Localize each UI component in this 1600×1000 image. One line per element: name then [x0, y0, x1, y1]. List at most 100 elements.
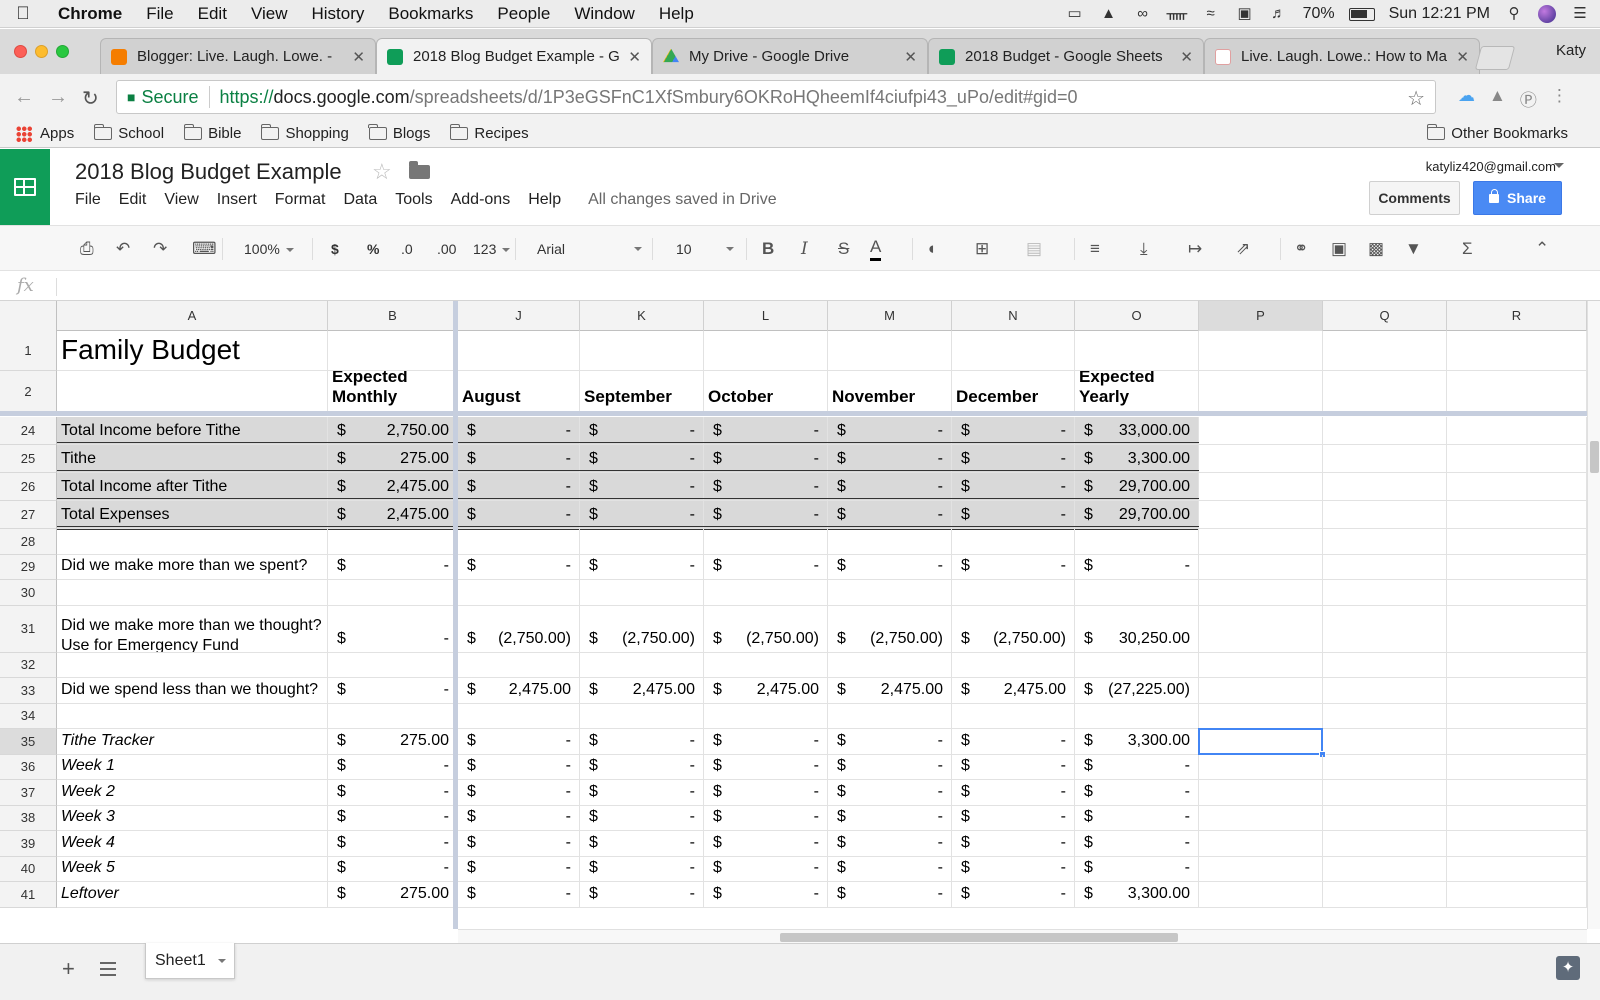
- cell-j41[interactable]: $ -: [458, 882, 580, 908]
- cell-m34[interactable]: [828, 703, 952, 729]
- cell-r33[interactable]: [1447, 678, 1587, 704]
- cell-p1[interactable]: [1199, 331, 1323, 371]
- cell-k1[interactable]: [580, 331, 704, 371]
- sheets-menu-tools[interactable]: Tools: [386, 191, 441, 209]
- select-all-corner[interactable]: [0, 301, 57, 331]
- battery-icon[interactable]: [1348, 7, 1375, 21]
- share-button[interactable]: Share: [1473, 181, 1562, 215]
- chrome-menu-icon[interactable]: ⋮: [1551, 86, 1568, 111]
- cell-m29[interactable]: $ -: [828, 554, 952, 580]
- cell-r28[interactable]: [1447, 529, 1587, 555]
- increase-decimal-button[interactable]: .00: [437, 237, 456, 261]
- cell-a25[interactable]: Tithe: [57, 445, 328, 473]
- frozen-column-divider[interactable]: [453, 301, 458, 929]
- cell-o30[interactable]: [1075, 580, 1199, 606]
- back-arrow-icon[interactable]: ←: [14, 86, 34, 109]
- cell-n39[interactable]: $ -: [952, 831, 1075, 857]
- column-header-a[interactable]: A: [57, 301, 328, 331]
- cell-p39[interactable]: [1199, 831, 1323, 857]
- cell-q39[interactable]: [1323, 831, 1447, 857]
- sheets-menu-addons[interactable]: Add-ons: [442, 191, 520, 209]
- pinterest-icon[interactable]: Ⓟ: [1520, 86, 1537, 111]
- bookmark-folder-school[interactable]: School: [93, 124, 164, 142]
- menu-history[interactable]: History: [299, 4, 376, 24]
- cell-o2[interactable]: Expected Yearly: [1075, 371, 1199, 412]
- wifi-icon[interactable]: ≈: [1201, 6, 1221, 22]
- cell-b26[interactable]: $2,475.00: [328, 473, 458, 501]
- profile-name[interactable]: Katy: [1556, 42, 1586, 59]
- undo-icon[interactable]: ↶: [116, 237, 130, 261]
- bookmark-star-icon[interactable]: ☆: [1407, 86, 1425, 111]
- bookmark-folder-bible[interactable]: Bible: [183, 124, 241, 142]
- volume-icon[interactable]: ♬: [1269, 6, 1289, 22]
- bold-button[interactable]: B: [762, 237, 774, 261]
- cell-m33[interactable]: $2,475.00: [828, 678, 952, 704]
- cell-m39[interactable]: $ -: [828, 831, 952, 857]
- tab-blogger[interactable]: Blogger: Live. Laugh. Lowe. - ✕: [100, 38, 376, 74]
- cell-j26[interactable]: $ -: [458, 473, 580, 501]
- row-header[interactable]: 25: [0, 445, 57, 473]
- cell-q24[interactable]: [1323, 417, 1447, 445]
- cell-q34[interactable]: [1323, 703, 1447, 729]
- cell-m24[interactable]: $ -: [828, 417, 952, 445]
- display-icon[interactable]: ▣: [1235, 6, 1255, 22]
- all-sheets-menu-icon[interactable]: [100, 962, 116, 976]
- cell-l40[interactable]: $ -: [704, 856, 828, 882]
- cell-q36[interactable]: [1323, 754, 1447, 780]
- clock[interactable]: Sun 12:21 PM: [1389, 5, 1490, 23]
- cell-r24[interactable]: [1447, 417, 1587, 445]
- row-header[interactable]: 36: [0, 754, 57, 780]
- cell-m32[interactable]: [828, 652, 952, 678]
- cell-m35[interactable]: $ -: [828, 729, 952, 755]
- cell-k35[interactable]: $ -: [580, 729, 704, 755]
- column-header-n[interactable]: N: [952, 301, 1075, 331]
- cell-p25[interactable]: [1199, 445, 1323, 473]
- close-icon[interactable]: ✕: [1180, 48, 1193, 66]
- cell-a1[interactable]: Family Budget: [57, 331, 328, 371]
- text-color-button[interactable]: A: [870, 237, 882, 261]
- cell-n2[interactable]: December: [952, 371, 1075, 412]
- row-header[interactable]: 38: [0, 805, 57, 831]
- sheets-menu-file[interactable]: File: [66, 191, 110, 209]
- close-icon[interactable]: ✕: [1456, 48, 1469, 66]
- cell-k2[interactable]: September: [580, 371, 704, 412]
- cell-j32[interactable]: [458, 652, 580, 678]
- cell-k36[interactable]: $ -: [580, 754, 704, 780]
- cell-l33[interactable]: $2,475.00: [704, 678, 828, 704]
- strikethrough-button[interactable]: S: [838, 237, 849, 261]
- cell-o1[interactable]: [1075, 331, 1199, 371]
- row-header[interactable]: 40: [0, 856, 57, 882]
- cell-m27[interactable]: $ -: [828, 501, 952, 529]
- cell-q28[interactable]: [1323, 529, 1447, 555]
- cell-o41[interactable]: $3,300.00: [1075, 882, 1199, 908]
- cell-j27[interactable]: $ -: [458, 501, 580, 529]
- cell-m2[interactable]: November: [828, 371, 952, 412]
- cell-a39[interactable]: Week 4: [57, 831, 328, 857]
- cell-b37[interactable]: $ -: [328, 780, 458, 806]
- cell-r32[interactable]: [1447, 652, 1587, 678]
- cell-o39[interactable]: $ -: [1075, 831, 1199, 857]
- vertical-scrollbar[interactable]: [1587, 301, 1600, 929]
- menu-file[interactable]: File: [134, 4, 185, 24]
- redo-icon[interactable]: ↷: [153, 237, 167, 261]
- vertical-align-icon[interactable]: ⤓: [1140, 237, 1148, 261]
- cell-n37[interactable]: $ -: [952, 780, 1075, 806]
- cell-p36[interactable]: [1199, 754, 1323, 780]
- column-header-b[interactable]: B: [328, 301, 458, 331]
- drive-sync-icon[interactable]: ▲: [1099, 6, 1119, 22]
- cell-r36[interactable]: [1447, 754, 1587, 780]
- cell-p33[interactable]: [1199, 678, 1323, 704]
- row-header[interactable]: 31: [0, 605, 57, 653]
- sheets-home-button[interactable]: [0, 149, 50, 225]
- cell-r25[interactable]: [1447, 445, 1587, 473]
- account-email[interactable]: katyliz420@gmail.com: [1426, 159, 1556, 174]
- menu-edit[interactable]: Edit: [186, 4, 239, 24]
- cell-k41[interactable]: $ -: [580, 882, 704, 908]
- close-icon[interactable]: ✕: [352, 48, 365, 66]
- cell-j36[interactable]: $ -: [458, 754, 580, 780]
- cell-j31[interactable]: $ (2,750.00): [458, 605, 580, 653]
- cell-a27[interactable]: Total Expenses: [57, 501, 328, 529]
- cell-p2[interactable]: [1199, 371, 1323, 412]
- cell-n26[interactable]: $ -: [952, 473, 1075, 501]
- cell-l30[interactable]: [704, 580, 828, 606]
